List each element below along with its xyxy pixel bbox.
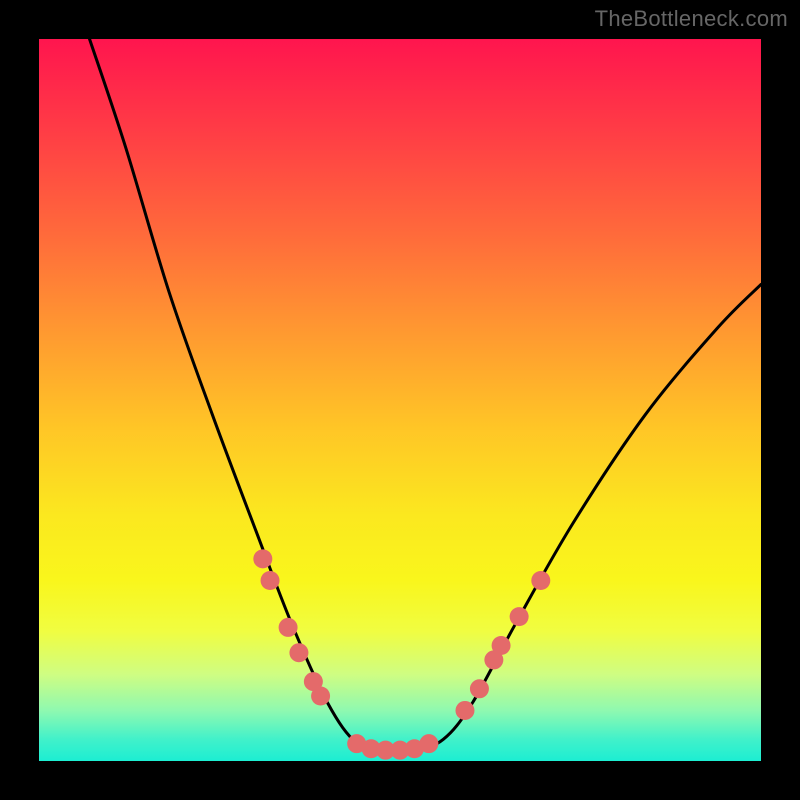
data-point [419,734,438,753]
watermark-text: TheBottleneck.com [595,6,788,32]
data-point [470,679,489,698]
data-point [289,643,308,662]
chart-frame: TheBottleneck.com [0,0,800,800]
bottleneck-curve-path [90,39,761,751]
data-point [261,571,280,590]
data-point [531,571,550,590]
data-point [311,687,330,706]
data-point [492,636,511,655]
chart-svg [39,39,761,761]
data-point [455,701,474,720]
data-points-group [253,549,550,759]
plot-area [39,39,761,761]
data-point [253,549,272,568]
data-point [279,618,298,637]
data-point [510,607,529,626]
